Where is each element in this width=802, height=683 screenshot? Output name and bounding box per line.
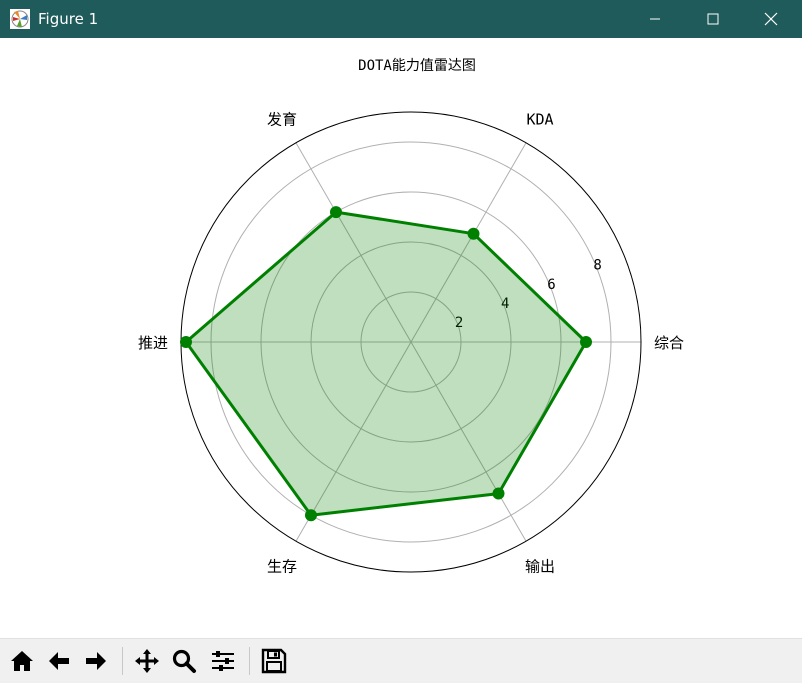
category-label-3: 推进	[138, 334, 168, 352]
home-button[interactable]	[6, 645, 38, 677]
category-label-1: KDA	[526, 111, 553, 129]
arrow-right-icon	[86, 652, 106, 670]
toolbar-separator	[249, 647, 250, 675]
radial-tick-label: 8	[593, 258, 601, 274]
maximize-icon	[707, 13, 719, 25]
figure-window: Figure 1 DOTA能力值雷达图 2468 综合 KDA 发育 推进 生存 输出	[0, 0, 802, 683]
data-point-2	[330, 206, 342, 219]
magnifier-icon	[172, 649, 196, 673]
back-button[interactable]	[43, 645, 75, 677]
minimize-icon	[650, 18, 660, 20]
data-series	[180, 206, 592, 522]
close-button[interactable]	[742, 0, 800, 38]
category-label-4: 生存	[267, 557, 297, 575]
arrow-left-icon	[49, 652, 69, 670]
configure-button[interactable]	[207, 645, 239, 677]
close-icon	[764, 12, 778, 26]
data-point-3	[180, 336, 192, 348]
home-icon	[11, 651, 33, 671]
navigation-toolbar	[0, 638, 802, 683]
maximize-button[interactable]	[684, 0, 742, 38]
figure-canvas[interactable]: DOTA能力值雷达图 2468 综合 KDA 发育 推进 生存 输出	[0, 38, 802, 638]
data-point-5	[492, 487, 505, 500]
data-point-0	[580, 336, 592, 348]
radar-fill-area	[186, 212, 586, 516]
window-title: Figure 1	[38, 10, 99, 28]
radial-tick-label: 6	[547, 277, 555, 293]
zoom-button[interactable]	[168, 645, 200, 677]
pan-button[interactable]	[131, 645, 163, 677]
data-point-4	[305, 509, 317, 522]
sliders-icon	[212, 651, 234, 671]
radar-chart: DOTA能力值雷达图 2468 综合KDA发育推进生存 输出	[138, 58, 684, 575]
data-point-1	[467, 227, 480, 240]
category-label-0: 综合	[654, 334, 684, 352]
chart-title: DOTA能力值雷达图	[358, 58, 476, 74]
floppy-disk-icon	[261, 648, 287, 674]
save-button[interactable]	[258, 645, 290, 677]
minimize-button[interactable]	[626, 0, 684, 38]
title-bar[interactable]: Figure 1	[0, 0, 802, 38]
category-label-5: 输出	[525, 557, 555, 575]
move-icon	[135, 649, 159, 673]
forward-button[interactable]	[80, 645, 112, 677]
category-label-2: 发育	[267, 111, 297, 129]
toolbar-separator	[122, 647, 123, 675]
matplotlib-icon	[10, 9, 30, 29]
